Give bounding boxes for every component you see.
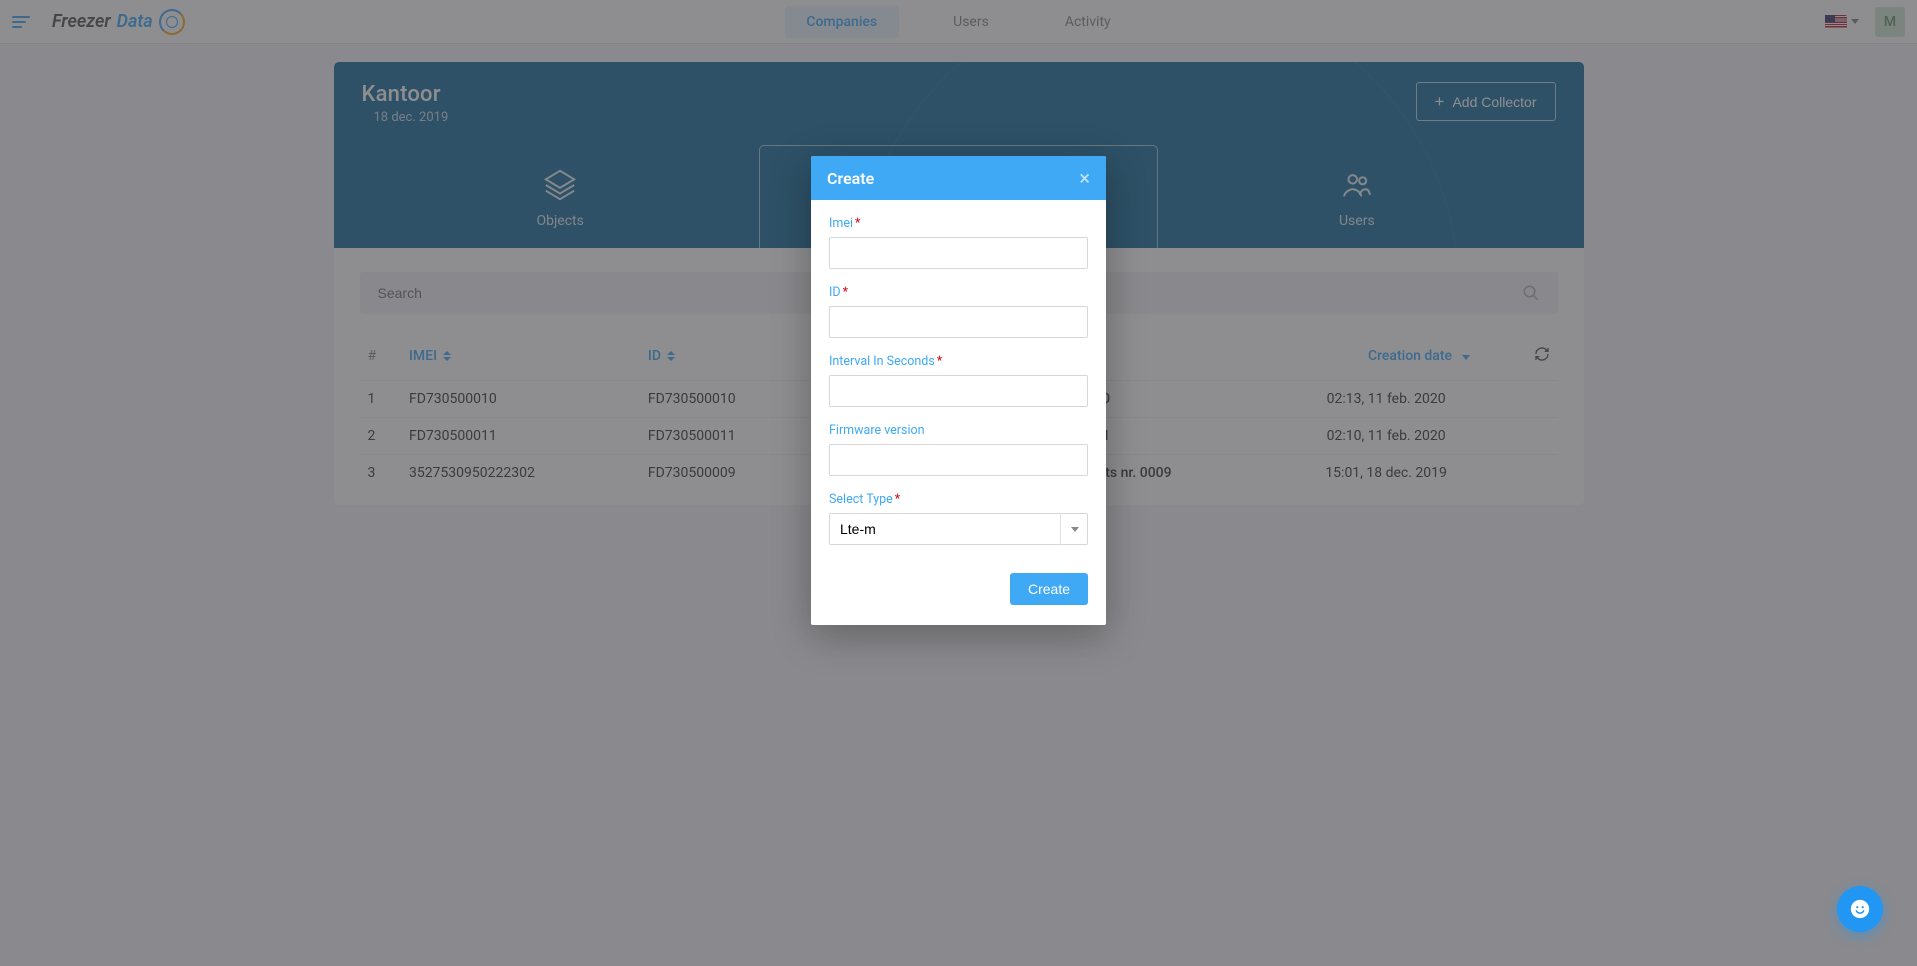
input-firmware[interactable] [829,444,1088,476]
create-button[interactable]: Create [1010,573,1088,605]
select-type[interactable]: Lte-m [829,513,1088,545]
label-id: ID* [829,285,1088,300]
label-type: Select Type* [829,492,1088,507]
label-imei: Imei* [829,216,1088,231]
modal-body: Imei* ID* Interval In Seconds* Firmware … [811,200,1106,625]
chat-fab[interactable] [1837,886,1883,932]
input-imei[interactable] [829,237,1088,269]
modal-footer: Create [829,561,1088,605]
label-firmware: Firmware version [829,423,1088,438]
label-interval: Interval In Seconds* [829,354,1088,369]
input-id[interactable] [829,306,1088,338]
input-interval[interactable] [829,375,1088,407]
smiley-icon [1849,898,1871,920]
modal-head: Create × [811,156,1106,200]
close-icon[interactable]: × [1079,168,1090,188]
modal-title: Create [827,169,874,188]
create-modal: Create × Imei* ID* Interval In Seconds* … [811,156,1106,625]
modal-overlay[interactable]: Create × Imei* ID* Interval In Seconds* … [0,0,1917,966]
